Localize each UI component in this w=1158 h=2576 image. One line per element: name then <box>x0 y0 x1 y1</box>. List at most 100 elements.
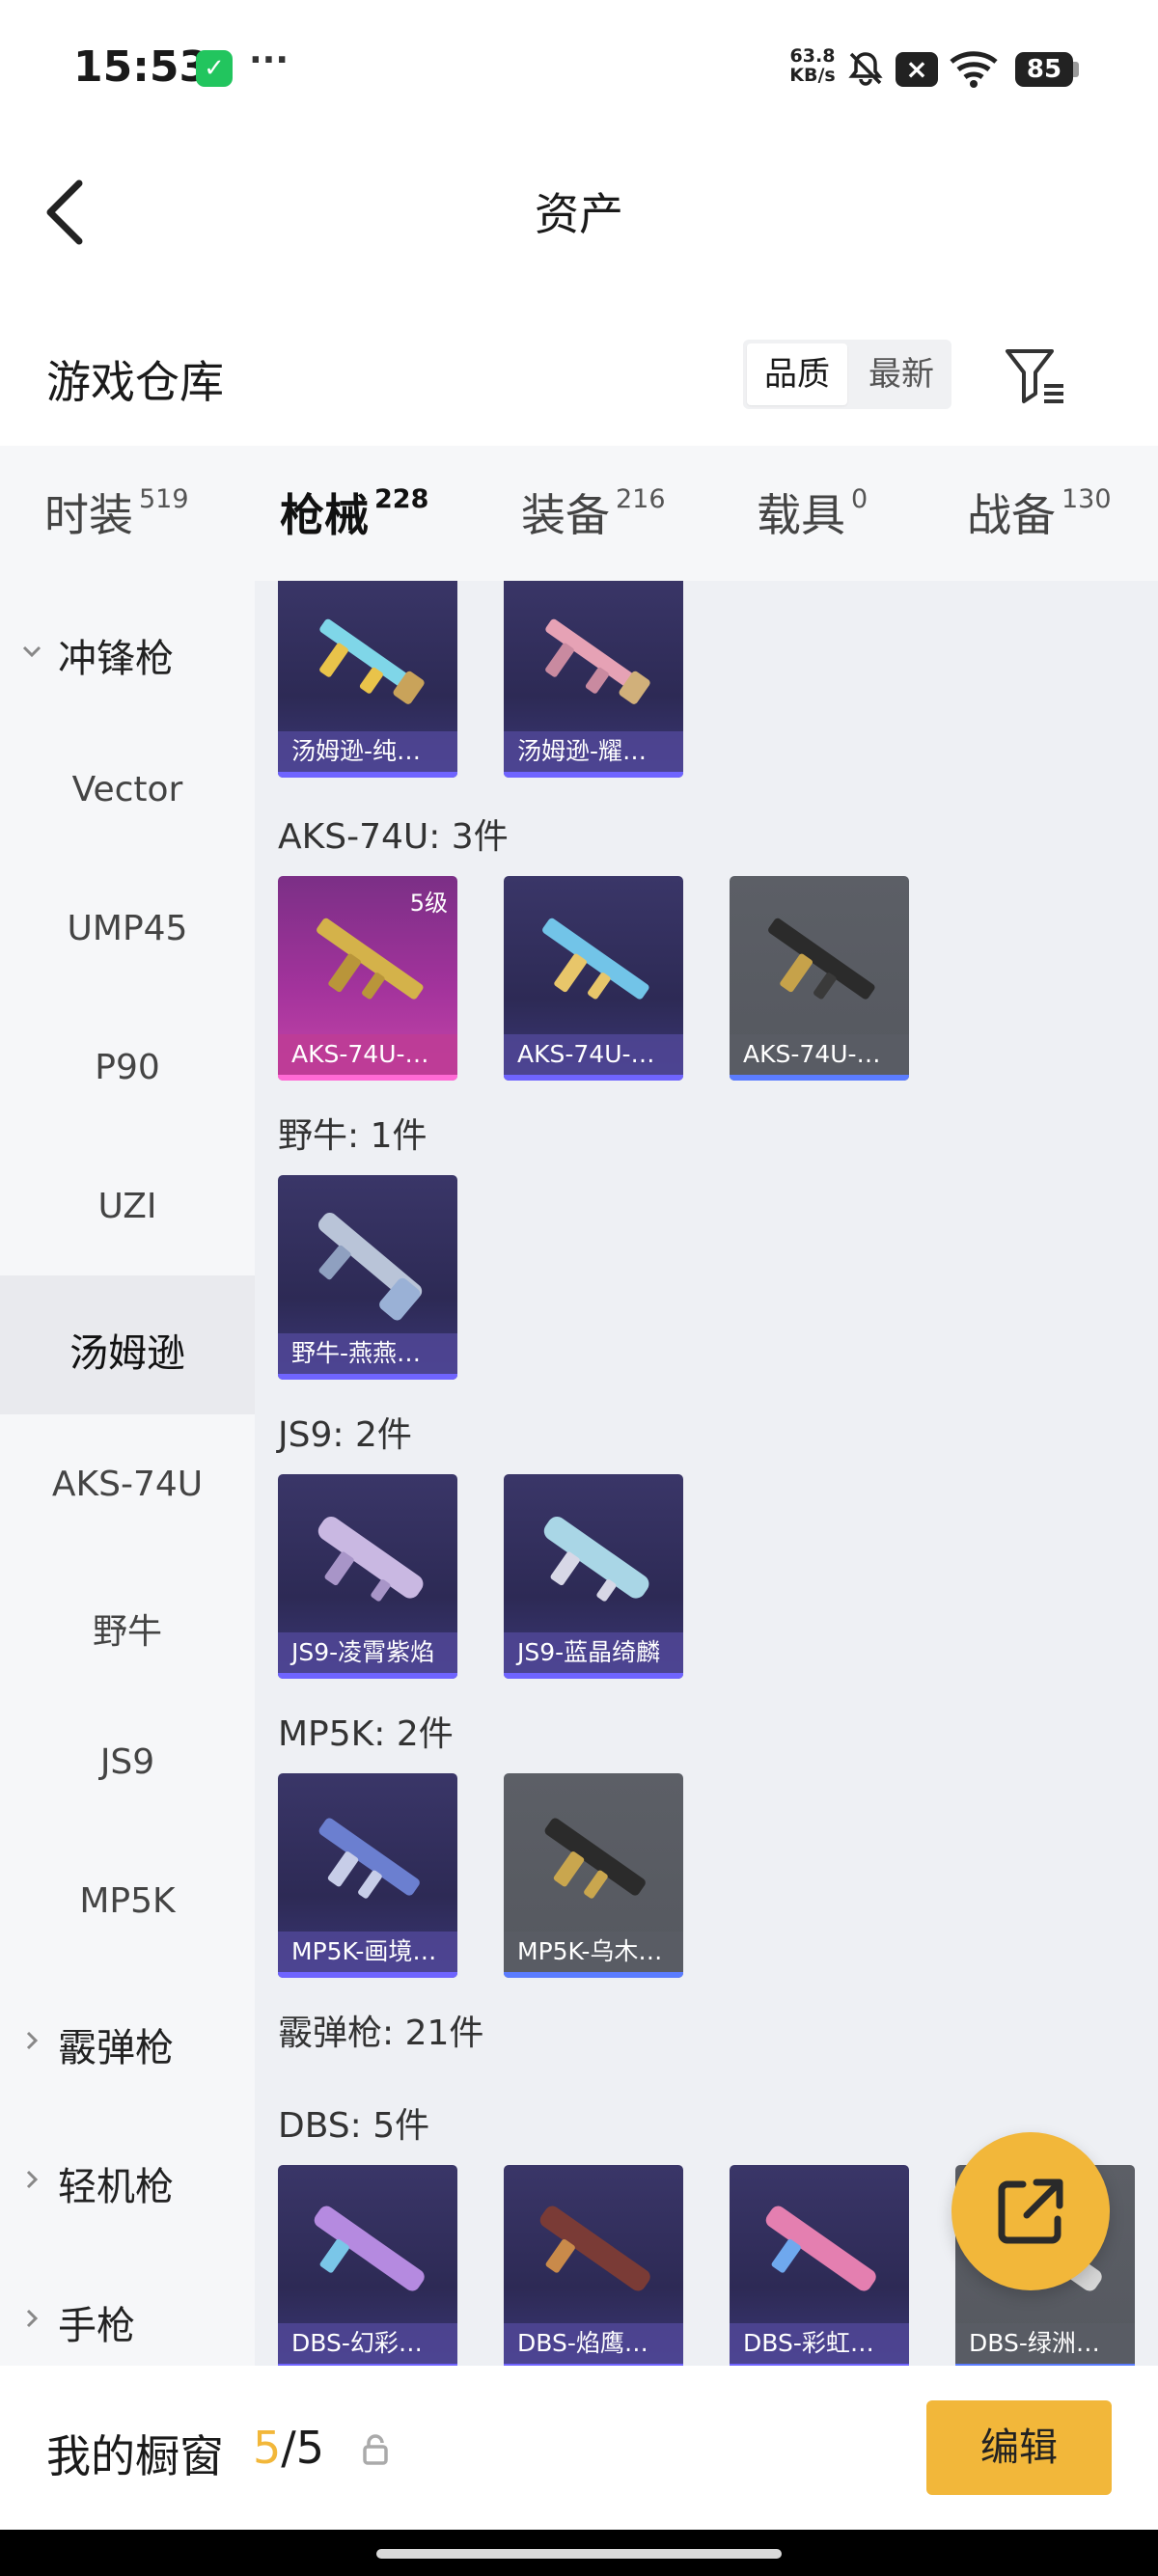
sort-newest-button[interactable]: 最新 <box>851 340 951 409</box>
gun-icon <box>317 1212 423 1321</box>
tab-firearms[interactable]: 枪械 228 <box>280 480 429 590</box>
rarity-bar <box>504 1972 683 1978</box>
section-title: 野牛: 1件 <box>278 1116 427 1156</box>
gun-icon <box>545 618 650 704</box>
status-bar: 15:53 ✓ ··· 63.8 KB/s × 85 <box>0 0 1158 135</box>
sidebar-item-mp5k[interactable]: MP5K <box>0 1831 255 1970</box>
tab-label: 战备 <box>967 489 1056 541</box>
skin-card[interactable]: DBS-焰鹰斗篷 <box>504 2165 683 2366</box>
home-gesture-handle[interactable] <box>376 2549 782 2559</box>
filter-icon[interactable] <box>1004 345 1067 409</box>
skin-card[interactable]: MP5K-画境… <box>278 1773 457 1978</box>
status-time: 15:53 <box>73 42 209 92</box>
skin-name: AKS-74U-森… <box>278 1034 457 1075</box>
rarity-bar <box>278 1374 457 1380</box>
network-speed-value: 63.8 <box>789 45 836 67</box>
tab-equipment[interactable]: 装备 216 <box>521 480 666 558</box>
sidebar-item-p90[interactable]: P90 <box>0 998 255 1137</box>
sidebar-group-smg[interactable]: 冲锋枪 <box>0 581 255 720</box>
skin-card[interactable]: 汤姆逊-耀粉… <box>504 581 683 778</box>
skin-card[interactable]: AKS-74U-乌… <box>730 876 909 1081</box>
skin-name: 汤姆逊-耀粉… <box>504 731 683 772</box>
gun-icon <box>319 618 425 704</box>
tab-label: 枪械 <box>280 489 369 541</box>
skin-level: 5级 <box>409 890 448 917</box>
rarity-bar <box>504 772 683 778</box>
sidebar-item-label: Vector <box>71 770 183 809</box>
skin-name: MP5K-乌木… <box>504 1932 683 1972</box>
tab-supplies[interactable]: 战备 130 <box>967 480 1112 558</box>
tab-label: 载具 <box>757 489 845 541</box>
sidebar-item-aks74u[interactable]: AKS-74U <box>0 1414 255 1553</box>
sidebar-group-shotgun[interactable]: 霰弹枪 <box>0 1970 255 2109</box>
battery-level: 85 <box>1015 52 1073 87</box>
sidebar-item-label: 野牛 <box>92 1612 162 1652</box>
skin-card[interactable]: 汤姆逊-纯真… <box>278 581 457 778</box>
sidebar-item-label: UMP45 <box>67 909 188 948</box>
gun-icon <box>765 2206 876 2291</box>
sidebar-item-uzi[interactable]: UZI <box>0 1137 255 1275</box>
gun-icon <box>768 918 875 1000</box>
tab-count: 519 <box>139 484 189 514</box>
sidebar-item-vector[interactable]: Vector <box>0 720 255 859</box>
sidebar-item-ump45[interactable]: UMP45 <box>0 859 255 998</box>
group-title: 霰弹枪: 21件 <box>278 2014 484 2053</box>
gun-icon <box>318 1818 420 1899</box>
section-title: DBS: 5件 <box>278 2106 430 2146</box>
skin-card[interactable]: AKS-74U-鸡… <box>504 876 683 1081</box>
network-speed: 63.8 KB/s <box>784 46 841 85</box>
tab-vehicles[interactable]: 载具 0 <box>757 480 868 558</box>
sidebar-item-label: P90 <box>95 1048 160 1087</box>
skin-card[interactable]: JS9-凌霄紫焰 <box>278 1474 457 1679</box>
tab-fashion[interactable]: 时装 519 <box>44 480 189 558</box>
page-title: 资产 <box>535 188 623 240</box>
skin-card[interactable]: JS9-蓝晶绮麟 <box>504 1474 683 1679</box>
edit-button[interactable]: 编辑 <box>926 2400 1112 2495</box>
sidebar-group-label: 手枪 <box>58 2304 135 2348</box>
battery-cap <box>1073 62 1079 77</box>
rarity-bar <box>278 1972 457 1978</box>
sidebar-item-bison[interactable]: 野牛 <box>0 1553 255 1692</box>
tab-label: 时装 <box>44 489 133 541</box>
sidebar-item-thompson[interactable]: 汤姆逊 <box>0 1275 255 1414</box>
sidebar-item-label: UZI <box>97 1187 157 1226</box>
share-button[interactable] <box>951 2132 1110 2290</box>
gun-icon <box>314 2206 425 2291</box>
skin-name: DBS-焰鹰斗篷 <box>504 2323 683 2364</box>
sidebar-group-lmg[interactable]: 轻机枪 <box>0 2109 255 2248</box>
wifi-icon <box>950 51 998 88</box>
skin-name: MP5K-画境… <box>278 1932 457 1972</box>
gun-icon <box>317 1517 424 1602</box>
lock-icon <box>363 2434 388 2465</box>
sort-quality-button[interactable]: 品质 <box>747 343 847 405</box>
network-speed-unit: KB/s <box>789 65 836 86</box>
skin-card[interactable]: 野牛-燕燕于飞 <box>278 1175 457 1380</box>
rarity-bar <box>278 1673 457 1679</box>
system-navigation-bar <box>0 2530 1158 2576</box>
sidebar-item-js9[interactable]: JS9 <box>0 1692 255 1831</box>
weapon-category-sidebar: 冲锋枪 Vector UMP45 P90 UZI 汤姆逊 AKS-74U 野牛 … <box>0 581 255 2366</box>
sidebar-item-label: JS9 <box>99 1742 155 1782</box>
share-icon <box>998 2179 1063 2244</box>
warehouse-bar: 游戏仓库 品质 最新 <box>0 318 1158 434</box>
tab-count: 228 <box>374 484 429 514</box>
skin-card[interactable]: 5级 AKS-74U-森… <box>278 876 457 1081</box>
mute-bell-icon <box>848 52 883 86</box>
gun-icon <box>543 1517 649 1602</box>
sidebar-group-label: 霰弹枪 <box>58 2026 174 2070</box>
sidebar-item-label: 汤姆逊 <box>69 1331 185 1376</box>
rarity-bar <box>278 1075 457 1081</box>
skin-name: DBS-幻彩电音 <box>278 2323 457 2364</box>
skin-card[interactable]: DBS-幻彩电音 <box>278 2165 457 2366</box>
showcase-count-total: 5 <box>295 2422 325 2474</box>
skin-card[interactable]: MP5K-乌木… <box>504 1773 683 1978</box>
sort-toggle: 品质 最新 <box>743 340 951 409</box>
chevron-down-icon <box>22 645 41 658</box>
chevron-right-icon <box>26 2031 39 2050</box>
skin-card[interactable]: DBS-彩虹符号 <box>730 2165 909 2366</box>
skin-name: JS9-蓝晶绮麟 <box>504 1632 683 1673</box>
sidebar-group-label: 冲锋枪 <box>58 637 174 681</box>
sidebar-group-pistol[interactable]: 手枪 <box>0 2248 255 2366</box>
skin-name: AKS-74U-乌… <box>730 1034 909 1075</box>
section-title: JS9: 2件 <box>278 1415 412 1455</box>
